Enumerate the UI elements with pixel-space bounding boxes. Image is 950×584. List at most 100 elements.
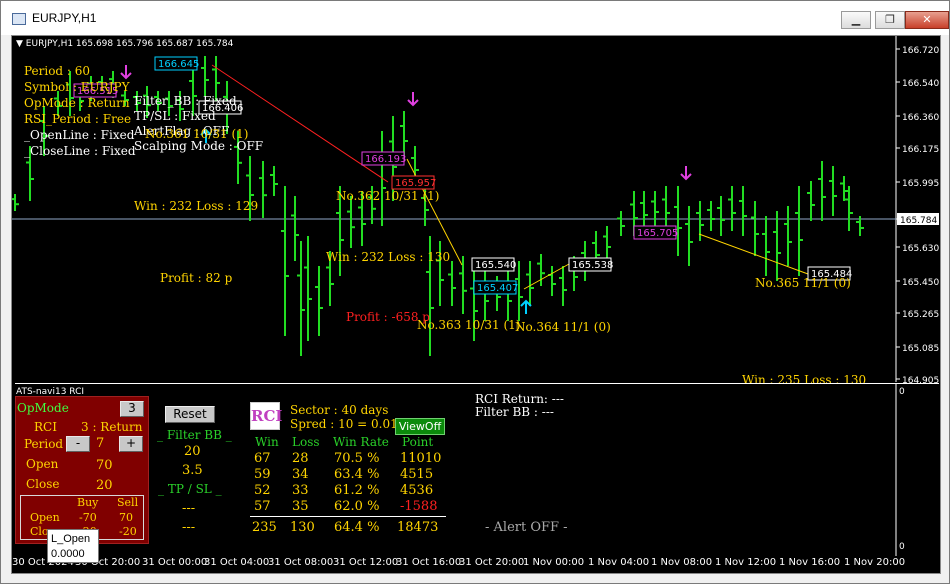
- sl-value: ---: [182, 520, 196, 535]
- close-value[interactable]: 20: [96, 478, 113, 493]
- minimize-button[interactable]: ▁: [841, 11, 871, 29]
- info-symbol: Symbol : EURJPY: [24, 80, 130, 94]
- tpsl-title: _ TP / SL _: [158, 482, 222, 496]
- stats-cell: 61.2 %: [334, 483, 380, 498]
- time-label: 31 Oct 12:00: [333, 557, 399, 568]
- stats-label-2: Win : 232 Loss : 130: [326, 250, 451, 264]
- time-label: 1 Nov 16:00: [779, 557, 841, 568]
- open-value[interactable]: 70: [96, 458, 113, 473]
- info-closeline: _CloseLine : Fixed: [24, 144, 136, 158]
- close-button[interactable]: ✕: [905, 11, 949, 29]
- tooltip-value: 0.0000: [51, 548, 85, 560]
- sell-arrow-icon: [407, 92, 419, 107]
- price-label: 165.450: [902, 278, 939, 288]
- reset-button[interactable]: Reset: [165, 406, 215, 423]
- sell-header: Sell: [117, 496, 139, 509]
- price-label: 165.630: [902, 244, 939, 254]
- title-bar[interactable]: EURJPY,H1 ▁ ❐ ✕: [1, 1, 949, 35]
- stats-cell: 59: [254, 467, 271, 482]
- trade-label-365: No.365 11/1 (0): [755, 276, 851, 290]
- time-label: 1 Nov 00:00: [523, 557, 585, 568]
- chart-area[interactable]: 166.645 166.406 166.193 165.957 165.540 165.4…: [11, 35, 941, 574]
- stats-cell: 57: [254, 499, 271, 514]
- table-row-open-buy: -70: [79, 511, 97, 524]
- buy-header: Buy: [77, 496, 99, 509]
- stats-header-winrate: Win Rate: [333, 435, 389, 449]
- stats-cell: 62.0 %: [334, 499, 380, 514]
- profit-label-2: Profit : -658 p: [346, 310, 430, 324]
- stats-cell: 52: [254, 483, 271, 498]
- info-opmode: OpMode : Return: [24, 96, 130, 110]
- opmode-button[interactable]: 3: [120, 401, 144, 417]
- total-win: 235: [252, 520, 277, 535]
- price-box-text: 165.407: [477, 283, 518, 294]
- stats-header-win: Win: [255, 435, 279, 449]
- tooltip-title: L_Open: [51, 533, 91, 545]
- trade-label-362: No.362 10/31 (1): [336, 189, 440, 203]
- price-box-text: 166.193: [365, 154, 406, 165]
- price-label: 165.265: [902, 310, 939, 320]
- window-title: EURJPY,H1: [32, 11, 97, 25]
- info-right: Filter_BB : Fixed TP/SL : Fixed AlertFla…: [134, 94, 263, 154]
- info-rsi-period: RSI_Period : Free: [24, 112, 132, 126]
- table-row-open-sell: 70: [119, 511, 133, 524]
- sell-arrow-icon: [680, 166, 692, 181]
- info-openline: _OpenLine : Fixed: [24, 128, 135, 142]
- indicator-scale-bottom: 0: [899, 542, 905, 552]
- stats-cell: 70.5 %: [334, 451, 380, 466]
- current-price-label: 165.784: [900, 216, 937, 226]
- alert-status: - Alert OFF -: [485, 520, 568, 535]
- close-label: Close: [26, 477, 60, 491]
- info-tpsl: TP/SL : Fixed: [134, 109, 216, 123]
- filter-bb-text: Filter BB : ---: [475, 405, 554, 419]
- chart-header: ▼ EURJPY,H1 165.698 165.796 165.687 165.…: [16, 39, 233, 49]
- total-winrate: 64.4 %: [334, 520, 380, 535]
- price-box-text: 165.538: [572, 260, 613, 271]
- time-label: 31 Oct 08:00: [268, 557, 334, 568]
- stats-label-1: Win : 232 Loss : 129: [134, 199, 259, 213]
- stats-cell: 67: [254, 451, 271, 466]
- time-label: 31 Oct 04:00: [204, 557, 270, 568]
- sector-text: Sector : 40 days: [290, 403, 389, 417]
- price-label: 165.085: [902, 344, 939, 354]
- opmode-label: OpMode: [17, 401, 69, 415]
- bb-deviation-value: 3.5: [182, 463, 203, 478]
- price-box-text: 165.540: [475, 260, 516, 271]
- dropdown-icon[interactable]: ▼: [16, 39, 23, 49]
- rci-status: RCI Return: --- Filter BB : ---: [475, 393, 564, 419]
- total-point: 18473: [397, 520, 439, 535]
- stats-cell: 4536: [400, 483, 434, 498]
- stats-header-loss: Loss: [292, 435, 320, 449]
- symbol-quote: EURJPY,H1 165.698 165.796 165.687 165.78…: [25, 39, 234, 49]
- table-row-close-sell: -20: [119, 525, 137, 538]
- indicator-subwindow[interactable]: ATS-navi13 RCI 0 0 RCI Return: --- Filte…: [15, 383, 939, 552]
- trade-label-364: No.364 11/1 (0): [515, 320, 611, 334]
- stats-cell: 33: [292, 483, 309, 498]
- period-increase-button[interactable]: +: [119, 436, 143, 452]
- price-label: 166.540: [902, 79, 939, 89]
- tooltip: L_Open 0.0000: [47, 529, 99, 563]
- stats-cell: 28: [292, 451, 309, 466]
- total-loss: 130: [290, 520, 315, 535]
- rci-logo: RCI: [250, 402, 282, 430]
- time-axis: 30 Oct 2024 30 Oct 20:00 31 Oct 00:00 31 Oc…: [11, 556, 941, 574]
- period-value: 7: [96, 436, 105, 451]
- view-off-button[interactable]: ViewOff: [395, 418, 445, 435]
- rci-value: 3 : Return: [81, 420, 143, 434]
- stats-divider: [250, 516, 446, 517]
- stats-cell: 11010: [400, 451, 442, 466]
- info-filter-bb: Filter_BB : Fixed: [134, 94, 237, 108]
- price-label: 166.720: [902, 46, 939, 56]
- table-row-open-label: Open: [30, 511, 60, 524]
- stats-cell: 35: [292, 499, 309, 514]
- time-label: 1 Nov 20:00: [844, 557, 906, 568]
- restore-button[interactable]: ❐: [875, 11, 905, 29]
- info-period: Period : 60: [24, 64, 91, 78]
- open-label: Open: [26, 457, 59, 471]
- stats-cell: 4515: [400, 467, 434, 482]
- period-decrease-button[interactable]: -: [66, 436, 90, 452]
- stats-cell: -1588: [400, 499, 438, 514]
- profit-label-1: Profit : 82 p: [160, 271, 233, 285]
- time-label: 31 Oct 16:00: [396, 557, 462, 568]
- stats-cell: 34: [292, 467, 309, 482]
